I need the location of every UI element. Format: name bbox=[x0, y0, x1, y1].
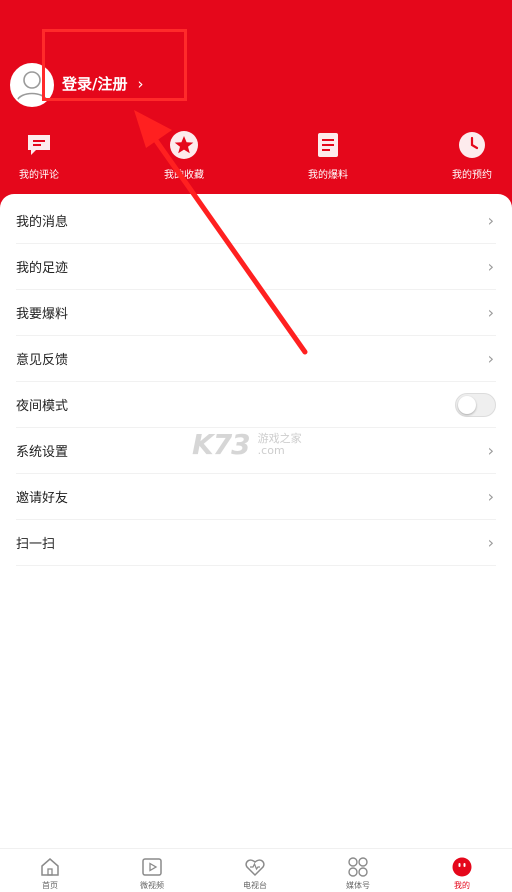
quick-action-reservations[interactable]: 我的预约 bbox=[427, 130, 512, 181]
comment-icon bbox=[28, 135, 50, 155]
menu-item-label: 意见反馈 bbox=[16, 353, 69, 368]
document-icon bbox=[318, 133, 338, 157]
bottom-tab-bar: 首页 微视频 电视台 媒体号 我的 bbox=[0, 848, 512, 892]
menu-item-settings[interactable]: 系统设置 › bbox=[16, 428, 496, 474]
quick-action-label: 我的收藏 bbox=[164, 170, 204, 181]
quick-action-comments[interactable]: 我的评论 bbox=[0, 130, 84, 181]
quick-action-label: 我的爆料 bbox=[308, 170, 348, 181]
menu-item-label: 我的消息 bbox=[16, 215, 69, 230]
clock-icon bbox=[459, 132, 485, 158]
tab-home[interactable]: 首页 bbox=[0, 849, 100, 892]
chevron-right-icon: › bbox=[487, 349, 494, 368]
chevron-right-icon: › bbox=[487, 487, 494, 506]
tab-tv-station[interactable]: 电视台 bbox=[205, 849, 305, 892]
menu-item-invite-friends[interactable]: 邀请好友 › bbox=[16, 474, 496, 520]
quick-action-favorites[interactable]: 我的收藏 bbox=[139, 130, 229, 181]
menu-item-feedback[interactable]: 意见反馈 › bbox=[16, 336, 496, 382]
chevron-right-icon: › bbox=[487, 441, 494, 460]
menu-item-label: 我要爆料 bbox=[16, 307, 69, 322]
menu-item-label: 邀请好友 bbox=[16, 491, 69, 506]
menu-item-label: 夜间模式 bbox=[16, 399, 69, 414]
menu-item-messages[interactable]: 我的消息 › bbox=[16, 198, 496, 244]
night-mode-toggle[interactable] bbox=[455, 392, 496, 417]
menu-item-label: 扫一扫 bbox=[16, 537, 56, 552]
chevron-right-icon: › bbox=[487, 533, 494, 552]
chevron-right-icon: › bbox=[487, 257, 494, 276]
menu-item-submit-report[interactable]: 我要爆料 › bbox=[16, 290, 496, 336]
grid-icon bbox=[348, 857, 368, 877]
tab-label: 电视台 bbox=[243, 881, 267, 890]
menu-item-footprints[interactable]: 我的足迹 › bbox=[16, 244, 496, 290]
tab-mine[interactable]: 我的 bbox=[412, 849, 512, 892]
quick-action-label: 我的评论 bbox=[19, 170, 59, 181]
star-icon bbox=[170, 131, 198, 159]
home-icon bbox=[41, 858, 59, 876]
annotation-highlight-box bbox=[42, 29, 187, 101]
tab-label: 微视频 bbox=[140, 881, 164, 890]
menu-item-label: 系统设置 bbox=[16, 445, 69, 460]
quick-actions: 我的评论 我的收藏 我的爆料 我的预约 bbox=[0, 130, 512, 190]
video-icon bbox=[142, 858, 162, 876]
profile-icon bbox=[452, 857, 472, 877]
quick-action-label: 我的预约 bbox=[452, 170, 492, 181]
tab-micro-video[interactable]: 微视频 bbox=[102, 849, 202, 892]
tab-label: 我的 bbox=[454, 881, 470, 890]
profile-header: 登录/注册 › 我的评论 我的收藏 我的爆料 我的预约 bbox=[0, 0, 512, 210]
chevron-right-icon: › bbox=[487, 303, 494, 322]
tab-label: 媒体号 bbox=[346, 881, 370, 890]
chevron-right-icon: › bbox=[487, 211, 494, 230]
tab-media-accounts[interactable]: 媒体号 bbox=[308, 849, 408, 892]
tv-heart-icon bbox=[245, 859, 265, 877]
toggle-knob bbox=[458, 395, 476, 414]
menu-card: 我的消息 › 我的足迹 › 我要爆料 › 意见反馈 › 夜间模式 系统设置 › … bbox=[0, 194, 512, 854]
menu-item-label: 我的足迹 bbox=[16, 261, 69, 276]
menu-item-scan[interactable]: 扫一扫 › bbox=[16, 520, 496, 566]
tab-label: 首页 bbox=[42, 881, 58, 890]
menu-item-night-mode: 夜间模式 bbox=[16, 382, 496, 428]
quick-action-reports[interactable]: 我的爆料 bbox=[283, 130, 373, 181]
